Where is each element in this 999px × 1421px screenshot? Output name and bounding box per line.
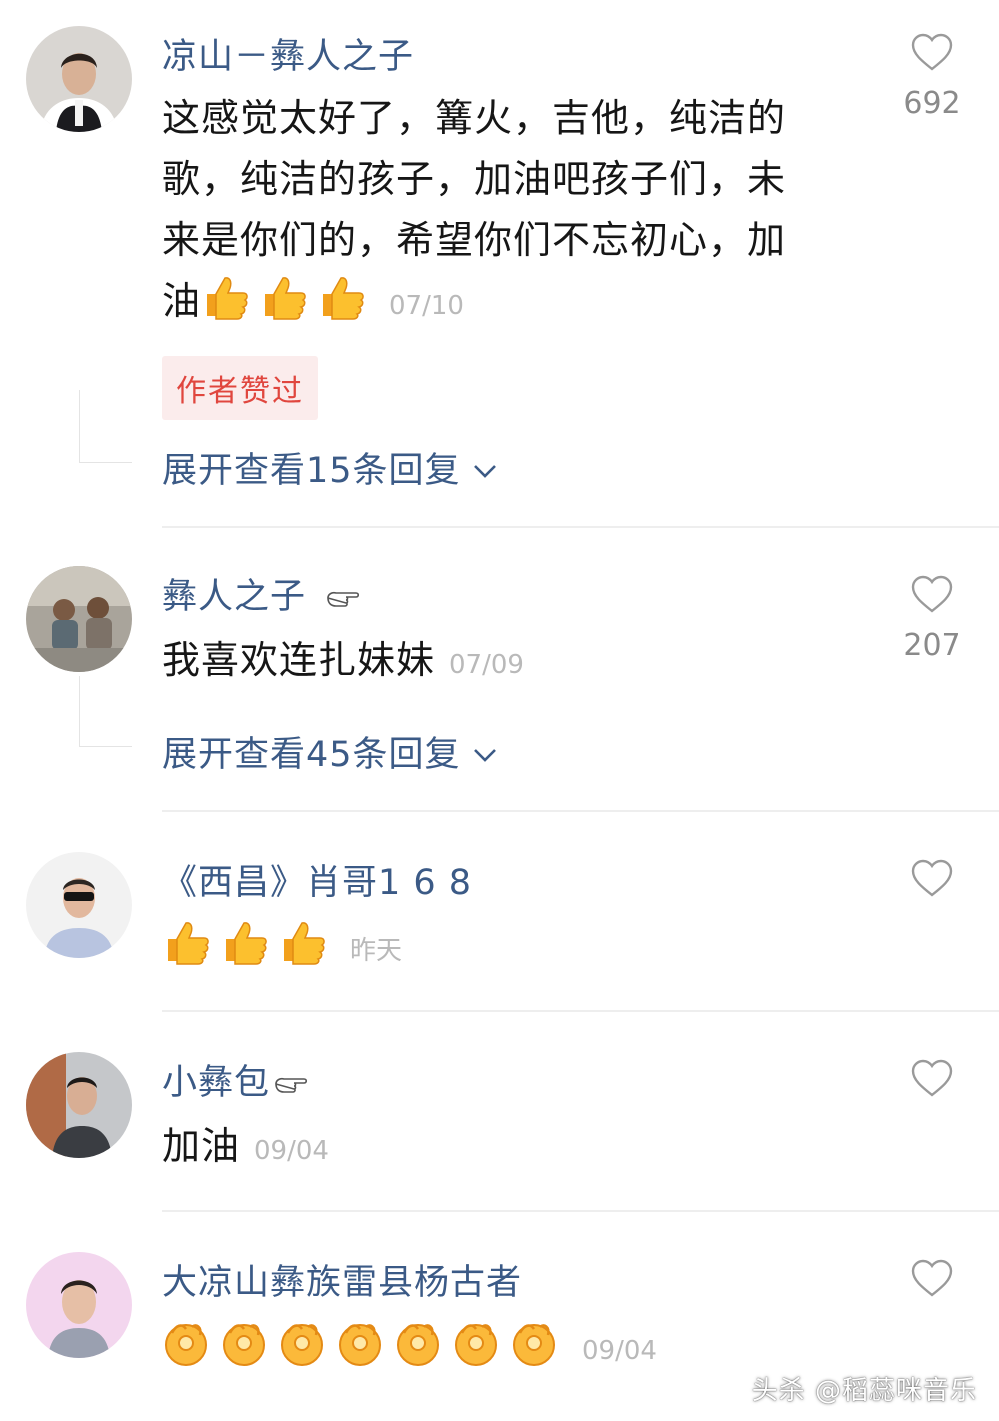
comment-date: 07/10: [389, 291, 464, 321]
avatar[interactable]: [26, 852, 132, 958]
comment-body: 我喜欢连扎妹妹: [162, 638, 436, 682]
username[interactable]: 彝人之子: [162, 568, 360, 619]
avatar[interactable]: [26, 1252, 132, 1358]
watermark: 头杀 @稻蕊咪音乐: [751, 1376, 977, 1406]
ok-hand-icon: [162, 1319, 210, 1367]
ok-hand-icon: [452, 1319, 500, 1367]
username[interactable]: 小彝包: [162, 1054, 308, 1105]
thread-line: [79, 390, 132, 463]
ok-hand-icon: [394, 1319, 442, 1367]
ok-hand-icon: [220, 1319, 268, 1367]
comment-date: 09/04: [254, 1136, 329, 1166]
ok-hand-icon: [278, 1319, 326, 1367]
divider: [162, 1010, 999, 1012]
like-button[interactable]: [890, 1058, 974, 1098]
like-button[interactable]: 207: [890, 574, 974, 663]
pointing-hand-icon: [274, 1074, 308, 1094]
chevron-down-icon: [473, 447, 497, 487]
like-button[interactable]: [890, 1258, 974, 1298]
username-text: 小彝包: [162, 1063, 271, 1103]
thumbs-up-icon: [278, 919, 328, 965]
comment-date: 09/04: [582, 1336, 657, 1366]
like-button[interactable]: 692: [890, 32, 974, 121]
like-count: 207: [903, 628, 961, 663]
avatar[interactable]: [26, 26, 132, 132]
heart-outline-icon: [890, 32, 974, 72]
expand-replies-button[interactable]: 展开查看15条回复: [162, 442, 497, 493]
username[interactable]: 《西昌》肖哥1 6 8: [162, 854, 472, 905]
comment-body: 这感觉太好了，篝火，吉他，纯洁的歌，纯洁的孩子，加油吧孩子们，未来是你们的，希望…: [162, 96, 787, 323]
thumbs-up-icon: [259, 274, 309, 320]
thumbs-up-icon: [162, 919, 212, 965]
expand-replies-button[interactable]: 展开查看45条回复: [162, 726, 497, 777]
avatar[interactable]: [26, 566, 132, 672]
thread-line: [79, 676, 132, 747]
avatar[interactable]: [26, 1052, 132, 1158]
username[interactable]: 大凉山彝族雷县杨古者: [162, 1254, 522, 1305]
comment-text: 昨天: [162, 916, 822, 982]
comment-date: 昨天: [350, 936, 403, 966]
thumbs-up-icon: [220, 919, 270, 965]
comment-text: 加油 09/04: [162, 1116, 822, 1182]
expand-label: 展开查看45条回复: [162, 735, 461, 775]
comment-text: 我喜欢连扎妹妹 07/09: [162, 630, 822, 696]
heart-outline-icon: [890, 1258, 974, 1298]
like-count: 692: [903, 86, 961, 121]
divider: [162, 1210, 999, 1212]
ok-hand-icon: [510, 1319, 558, 1367]
heart-outline-icon: [890, 574, 974, 614]
comment-text: 这感觉太好了，篝火，吉他，纯洁的歌，纯洁的孩子，加油吧孩子们，未来是你们的，希望…: [162, 88, 822, 337]
expand-label: 展开查看15条回复: [162, 451, 461, 491]
thumbs-up-icon: [201, 274, 251, 320]
chevron-down-icon: [473, 731, 497, 771]
pointing-hand-icon: [326, 588, 360, 608]
thumbs-up-icon: [317, 274, 367, 320]
like-button[interactable]: [890, 858, 974, 898]
username-text: 彝人之子: [162, 577, 307, 617]
heart-outline-icon: [890, 858, 974, 898]
comment-body: 加油: [162, 1124, 241, 1168]
comment-date: 07/09: [449, 650, 524, 680]
divider: [162, 810, 999, 812]
heart-outline-icon: [890, 1058, 974, 1098]
author-liked-badge: 作者赞过: [162, 356, 318, 420]
ok-hand-icon: [336, 1319, 384, 1367]
divider: [162, 526, 999, 528]
username[interactable]: 凉山－彝人之子: [162, 28, 414, 79]
